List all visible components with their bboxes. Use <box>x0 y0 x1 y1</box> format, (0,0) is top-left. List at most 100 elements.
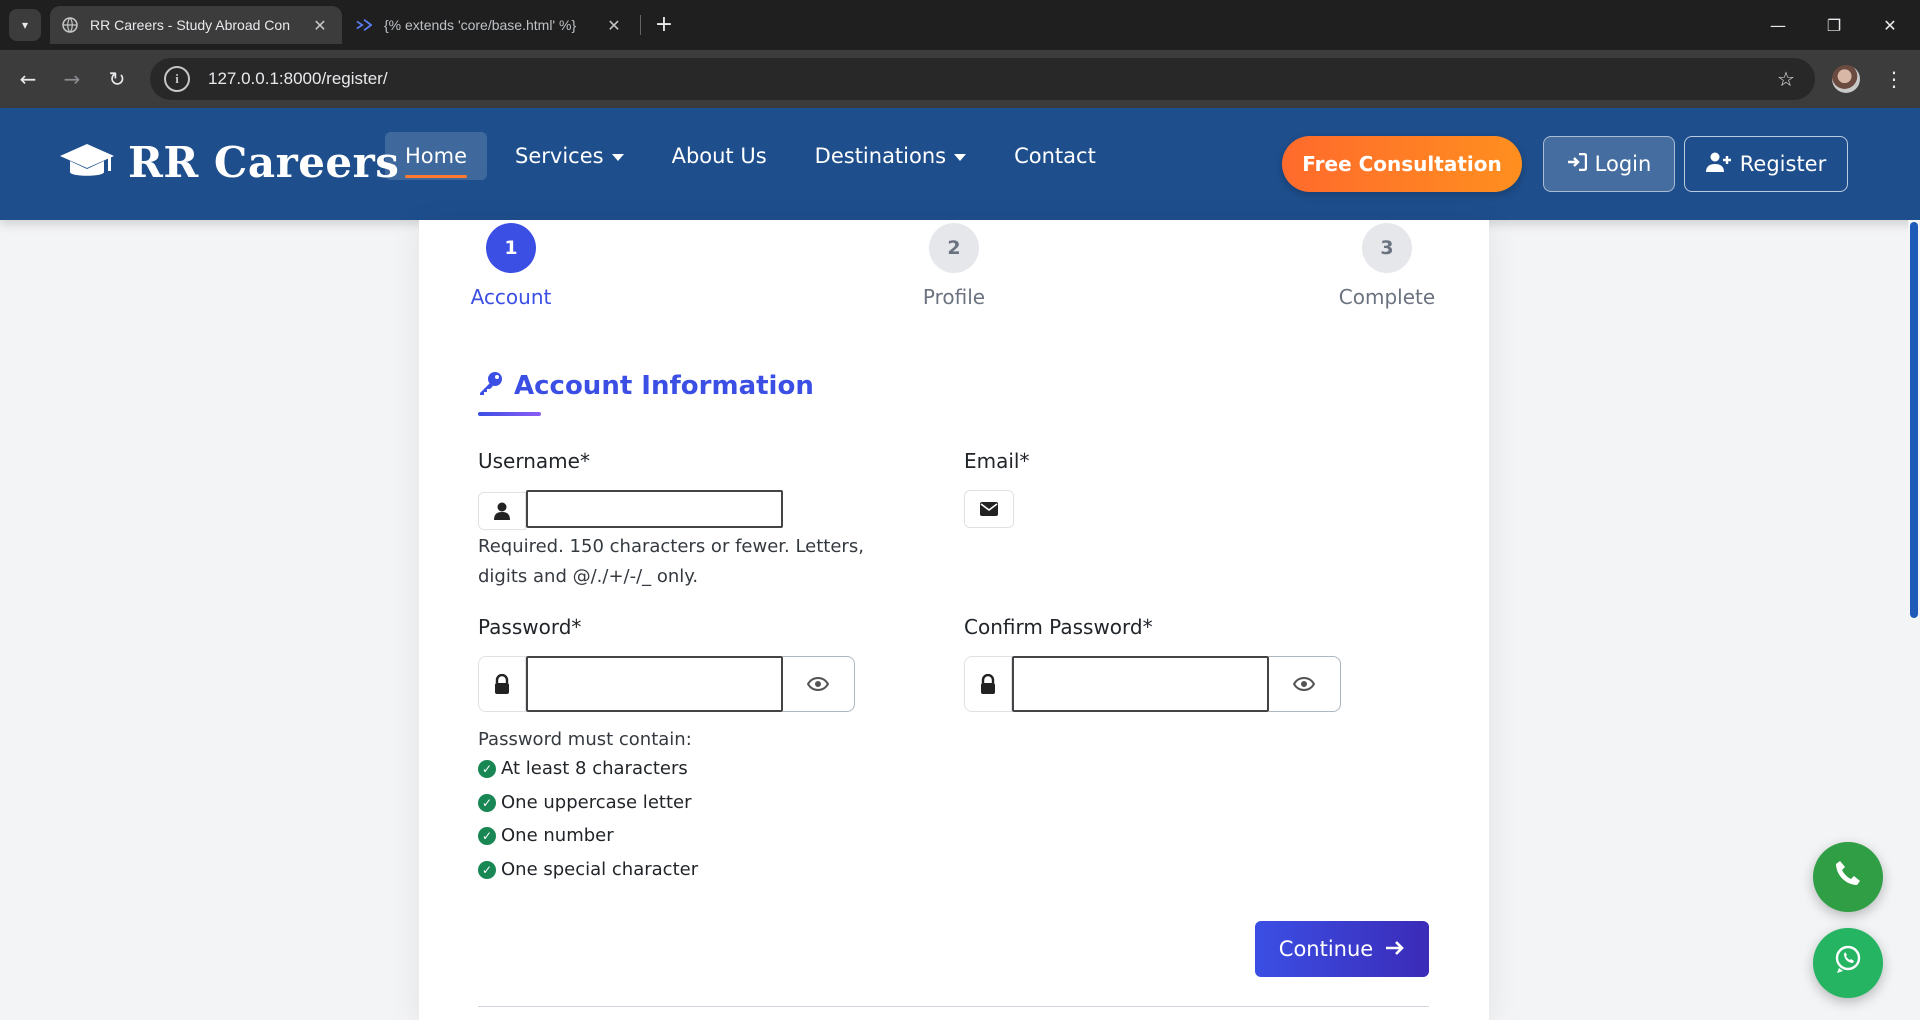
nav-links: Home Services About Us Destinations Cont… <box>385 132 1124 180</box>
step-account: 1 Account <box>441 223 581 309</box>
username-input[interactable] <box>526 490 783 528</box>
registration-card: 1 Account 2 Profile 3 Complete Account I… <box>419 220 1489 1020</box>
whatsapp-icon <box>1833 944 1863 982</box>
bookmark-star-icon[interactable]: ☆ <box>1771 67 1801 91</box>
username-label: Username* <box>478 449 590 473</box>
eye-icon <box>1292 672 1316 697</box>
new-tab-icon[interactable]: + <box>650 10 678 38</box>
password-input[interactable] <box>526 656 783 712</box>
browser-tab-active[interactable]: RR Careers - Study Abroad Con ✕ <box>50 6 342 44</box>
password-requirement: ✓ One uppercase letter <box>478 792 691 813</box>
check-circle-icon: ✓ <box>478 860 496 879</box>
nav-contact[interactable]: Contact <box>994 132 1116 180</box>
continue-button[interactable]: Continue <box>1255 921 1429 977</box>
whatsapp-button[interactable] <box>1813 928 1883 998</box>
tab-title: {% extends 'core/base.html' %} <box>384 17 577 33</box>
browser-toolbar: ← → ↻ i 127.0.0.1:8000/register/ ☆ ⋮ <box>0 50 1920 108</box>
lock-icon <box>964 656 1012 712</box>
requirement-text: One special character <box>501 859 699 880</box>
eye-icon <box>806 672 830 697</box>
password-requirement: ✓ One special character <box>478 859 698 880</box>
step-number: 2 <box>929 223 979 273</box>
section-title-text: Account Information <box>514 371 814 401</box>
call-button[interactable] <box>1813 842 1883 912</box>
toggle-confirm-visibility-button[interactable] <box>1268 656 1341 712</box>
site-navbar: RR Careers Home Services About Us Destin… <box>0 108 1920 220</box>
password-requirement: ✓ At least 8 characters <box>478 758 688 779</box>
step-label: Complete <box>1338 285 1436 309</box>
confirm-password-input[interactable] <box>1012 656 1269 712</box>
user-plus-icon <box>1705 152 1732 177</box>
step-number: 3 <box>1362 223 1412 273</box>
button-label: Login <box>1594 152 1652 176</box>
envelope-icon <box>964 490 1014 528</box>
tab-search-button[interactable]: ▾ <box>9 9 41 41</box>
tab-title: RR Careers - Study Abroad Con <box>90 17 290 33</box>
nav-home[interactable]: Home <box>385 132 488 180</box>
card-divider <box>478 1006 1429 1007</box>
site-info-icon[interactable]: i <box>164 66 190 92</box>
forward-icon[interactable]: → <box>58 65 86 93</box>
close-tab-icon[interactable]: ✕ <box>604 16 624 35</box>
register-button[interactable]: Register <box>1684 136 1848 192</box>
password-label: Password* <box>478 615 582 639</box>
profile-avatar[interactable] <box>1832 65 1860 93</box>
brand[interactable]: RR Careers <box>58 138 399 187</box>
close-window-icon[interactable]: ✕ <box>1862 0 1918 50</box>
phone-icon <box>1834 859 1862 895</box>
password-requirements-title: Password must contain: <box>478 729 692 750</box>
step-label: Profile <box>922 285 986 309</box>
check-circle-icon: ✓ <box>478 793 496 812</box>
caret-down-icon <box>611 153 624 161</box>
button-label: Register <box>1739 152 1827 176</box>
nav-label: About Us <box>671 144 767 168</box>
nav-label: Contact <box>1014 144 1096 168</box>
minimize-icon[interactable]: — <box>1750 0 1806 50</box>
button-label: Continue <box>1278 937 1374 961</box>
requirement-text: At least 8 characters <box>501 758 688 779</box>
step-number: 1 <box>486 223 536 273</box>
restore-icon[interactable]: ❐ <box>1806 0 1862 50</box>
nav-services[interactable]: Services <box>495 132 644 180</box>
vscode-icon <box>356 17 372 33</box>
nav-label: Home <box>405 144 468 168</box>
browser-tab[interactable]: {% extends 'core/base.html' %} ✕ <box>344 6 636 44</box>
nav-destinations[interactable]: Destinations <box>795 132 986 180</box>
toggle-password-visibility-button[interactable] <box>782 656 855 712</box>
sign-in-icon <box>1567 152 1587 176</box>
confirm-password-label: Confirm Password* <box>964 615 1153 639</box>
arrow-right-icon <box>1385 937 1405 961</box>
user-icon <box>478 492 526 530</box>
brand-name: RR Careers <box>128 138 400 187</box>
address-bar[interactable]: i 127.0.0.1:8000/register/ ☆ <box>150 58 1815 100</box>
section-title: Account Information <box>478 370 814 402</box>
requirement-text: One number <box>501 825 614 846</box>
chevron-down-icon: ▾ <box>21 18 29 32</box>
button-label: Free Consultation <box>1302 152 1502 176</box>
section-underline <box>478 412 541 416</box>
login-button[interactable]: Login <box>1543 136 1675 192</box>
free-consultation-button[interactable]: Free Consultation <box>1282 136 1522 192</box>
globe-icon <box>62 17 78 33</box>
nav-label: Services <box>515 144 604 168</box>
check-circle-icon: ✓ <box>478 826 496 845</box>
step-profile: 2 Profile <box>884 223 1024 309</box>
nav-about[interactable]: About Us <box>652 132 787 180</box>
graduation-cap-icon <box>58 142 116 184</box>
close-tab-icon[interactable]: ✕ <box>310 16 330 35</box>
reload-icon[interactable]: ↻ <box>103 65 131 93</box>
email-label: Email* <box>964 449 1030 473</box>
step-complete: 3 Complete <box>1317 223 1457 309</box>
back-icon[interactable]: ← <box>14 65 42 93</box>
nav-label: Destinations <box>814 144 947 168</box>
username-help: Required. 150 characters or fewer. Lette… <box>478 536 864 587</box>
lock-icon <box>478 656 526 712</box>
browser-menu-icon[interactable]: ⋮ <box>1880 65 1908 93</box>
requirement-text: One uppercase letter <box>501 792 692 813</box>
scrollbar-thumb[interactable] <box>1910 222 1918 618</box>
key-icon <box>478 370 504 402</box>
check-circle-icon: ✓ <box>478 759 496 778</box>
tab-separator <box>640 15 641 35</box>
step-label: Account <box>470 285 552 309</box>
caret-down-icon <box>954 153 967 161</box>
